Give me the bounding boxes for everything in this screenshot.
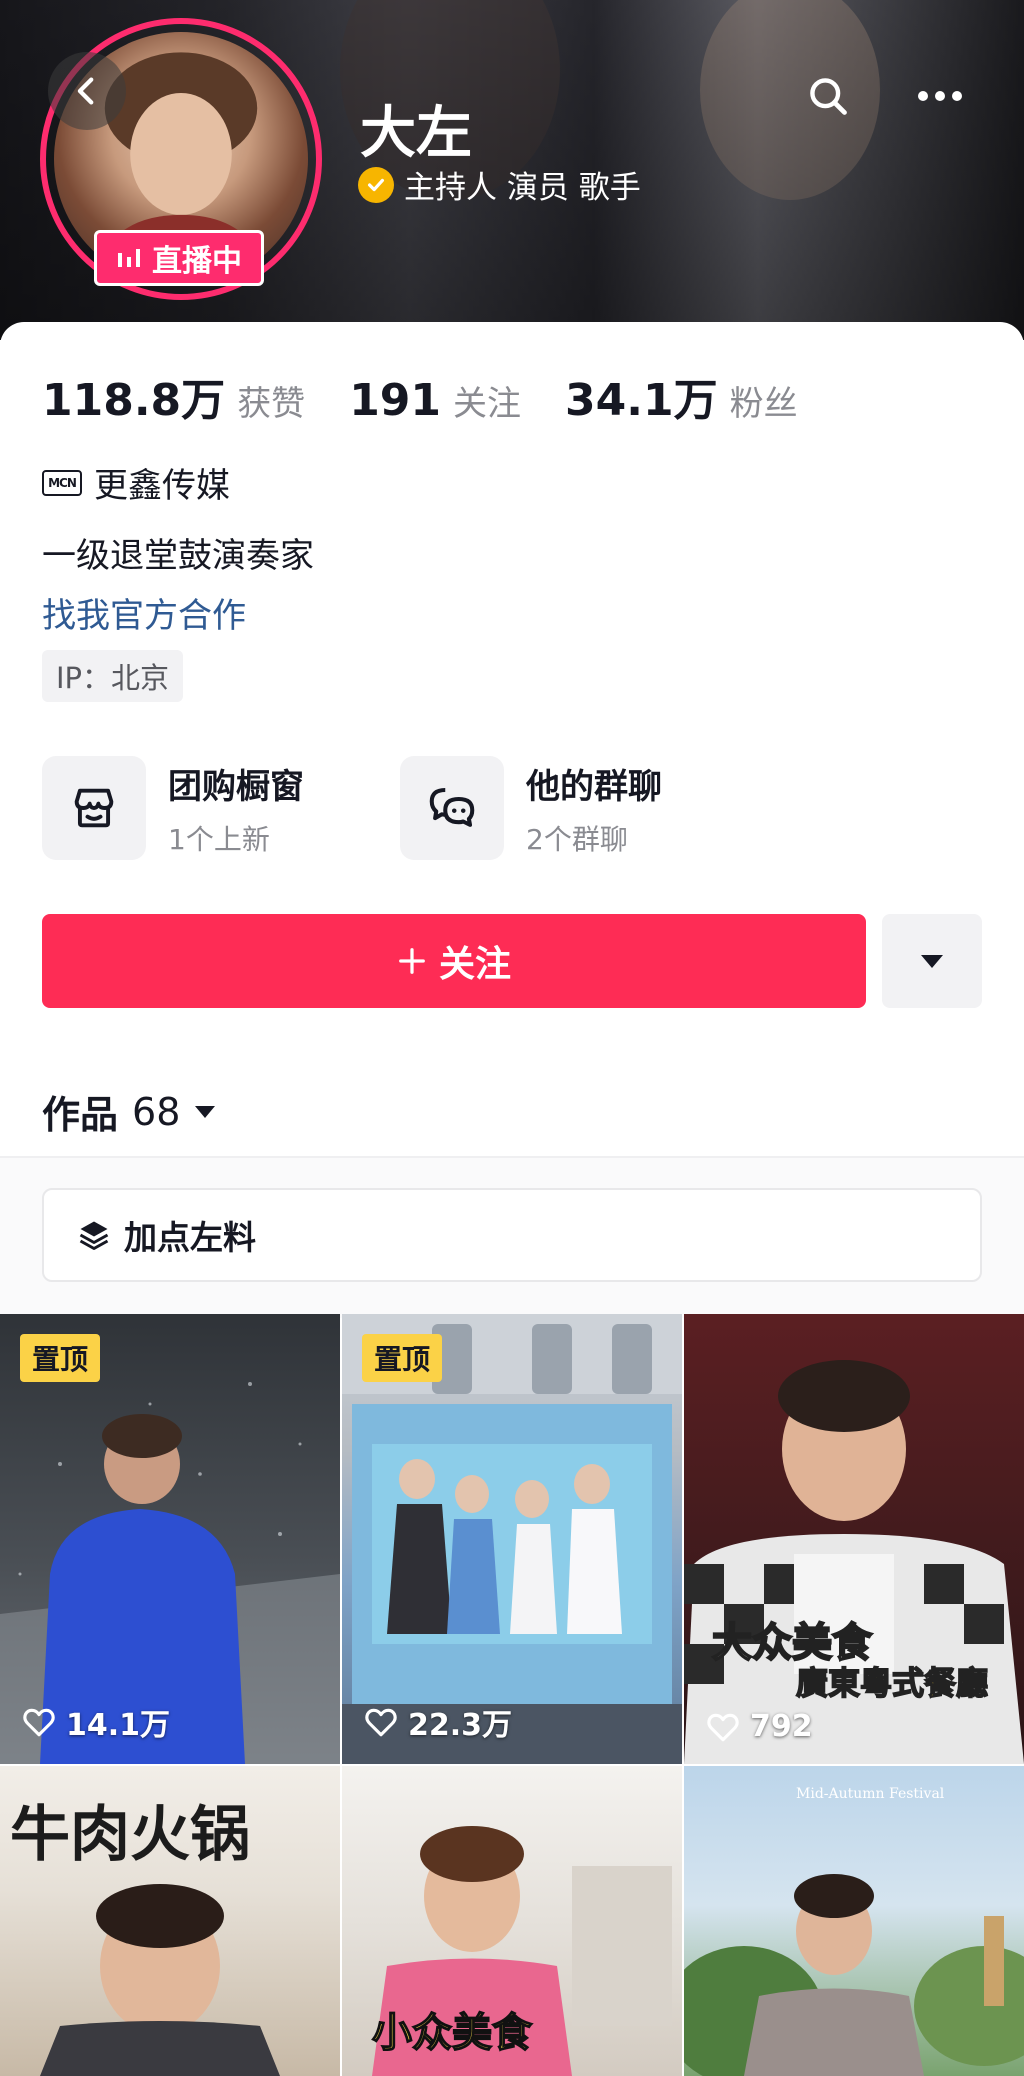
group-buy-title: 团购橱窗 <box>168 766 304 807</box>
video-overlay-title: 牛肉火锅 <box>10 1800 250 1870</box>
like-count-text: 792 <box>750 1709 813 1744</box>
collection-entry[interactable]: 加点左料 <box>42 1188 982 1282</box>
video-tile[interactable]: Mid-Autumn Festival <box>684 1766 1024 2076</box>
like-count: 792 <box>706 1709 813 1744</box>
verified-roles: 主持人 演员 歌手 <box>358 162 641 207</box>
heart-icon <box>707 1713 739 1741</box>
following-label: 关注 <box>453 384 522 424</box>
follow-options-button[interactable] <box>882 914 982 1008</box>
like-count: 22.3万 <box>364 1700 512 1744</box>
group-chat-title: 他的群聊 <box>526 766 662 807</box>
search-icon <box>810 78 847 115</box>
video-tile[interactable]: 置顶 14.1万 <box>0 1314 340 1764</box>
collab-link[interactable]: 找我官方合作 <box>42 588 246 637</box>
roles-text: 主持人 演员 歌手 <box>404 170 641 206</box>
group-buy-subtitle: 1个上新 <box>168 822 270 856</box>
like-count-text: 22.3万 <box>408 1708 513 1743</box>
search-button[interactable] <box>800 68 856 124</box>
caret-down-icon <box>195 1105 216 1118</box>
chat-icon <box>400 756 504 860</box>
video-overlay-title: 小众美食 <box>371 2008 533 2057</box>
group-buy-window[interactable]: 团购橱窗 1个上新 <box>42 756 304 860</box>
bio-text: 一级退堂鼓演奏家 <box>42 536 314 576</box>
group-chat-subtitle: 2个群聊 <box>526 822 628 856</box>
collection-label: 加点左料 <box>124 1218 256 1257</box>
video-tile[interactable]: 置顶 22.3万 <box>342 1314 682 1764</box>
likes-count[interactable]: 118.8万 <box>42 364 225 428</box>
followers-count[interactable]: 34.1万 <box>565 364 718 428</box>
likes-label: 获赞 <box>237 384 306 424</box>
mcn-name: 更鑫传媒 <box>94 466 230 506</box>
live-badge-label: 直播中 <box>152 244 242 279</box>
profile-header: 直播中 大左 主持人 演员 歌手 <box>0 0 1024 340</box>
tab-works-count: 68 <box>132 1089 181 1134</box>
shop-icon <box>42 756 146 860</box>
live-badge[interactable]: 直播中 <box>94 230 264 286</box>
live-bars-icon <box>118 249 140 267</box>
video-tile[interactable]: 小众美食 <box>342 1766 682 2076</box>
video-thumbnail <box>684 1874 1024 2076</box>
verified-icon <box>358 166 394 203</box>
back-button[interactable] <box>48 52 126 130</box>
layers-icon <box>79 1221 109 1250</box>
followers-label: 粉丝 <box>729 384 798 424</box>
pinned-badge: 置顶 <box>20 1334 101 1382</box>
like-count: 14.1万 <box>22 1700 170 1744</box>
stats-row: 118.8万 获赞 191 关注 34.1万 粉丝 <box>42 364 842 428</box>
heart-icon <box>23 1708 55 1737</box>
like-count-text: 14.1万 <box>66 1708 171 1743</box>
plus-icon <box>399 948 425 974</box>
group-chat-entry[interactable]: 他的群聊 2个群聊 <box>400 756 662 860</box>
caret-down-icon <box>921 955 943 968</box>
tab-works[interactable]: 作品 68 <box>42 1084 216 1139</box>
profile-name: 大左 <box>360 101 472 166</box>
more-horizontal-icon <box>918 91 962 101</box>
chevron-left-icon <box>77 77 94 105</box>
ip-location-badge: IP：北京 <box>42 650 184 702</box>
video-tile[interactable]: 牛肉火锅 <box>0 1766 340 2076</box>
mcn-logo-icon: MCN <box>42 469 82 496</box>
video-overlay-subtitle: 廣東粵式餐廳 <box>795 1663 989 1703</box>
following-count[interactable]: 191 <box>349 375 441 426</box>
follow-button-label: 关注 <box>438 944 511 985</box>
video-overlay-title: Mid-Autumn Festival <box>796 1786 945 1802</box>
heart-icon <box>365 1708 397 1737</box>
tab-works-label: 作品 <box>42 1093 119 1137</box>
mcn-row[interactable]: MCN 更鑫传媒 <box>42 458 230 507</box>
pinned-badge: 置顶 <box>362 1334 443 1382</box>
more-options-button[interactable] <box>912 68 968 124</box>
follow-button[interactable]: 关注 <box>42 914 866 1008</box>
video-tile[interactable]: 大众美食 廣東粵式餐廳 792 <box>684 1314 1024 1764</box>
